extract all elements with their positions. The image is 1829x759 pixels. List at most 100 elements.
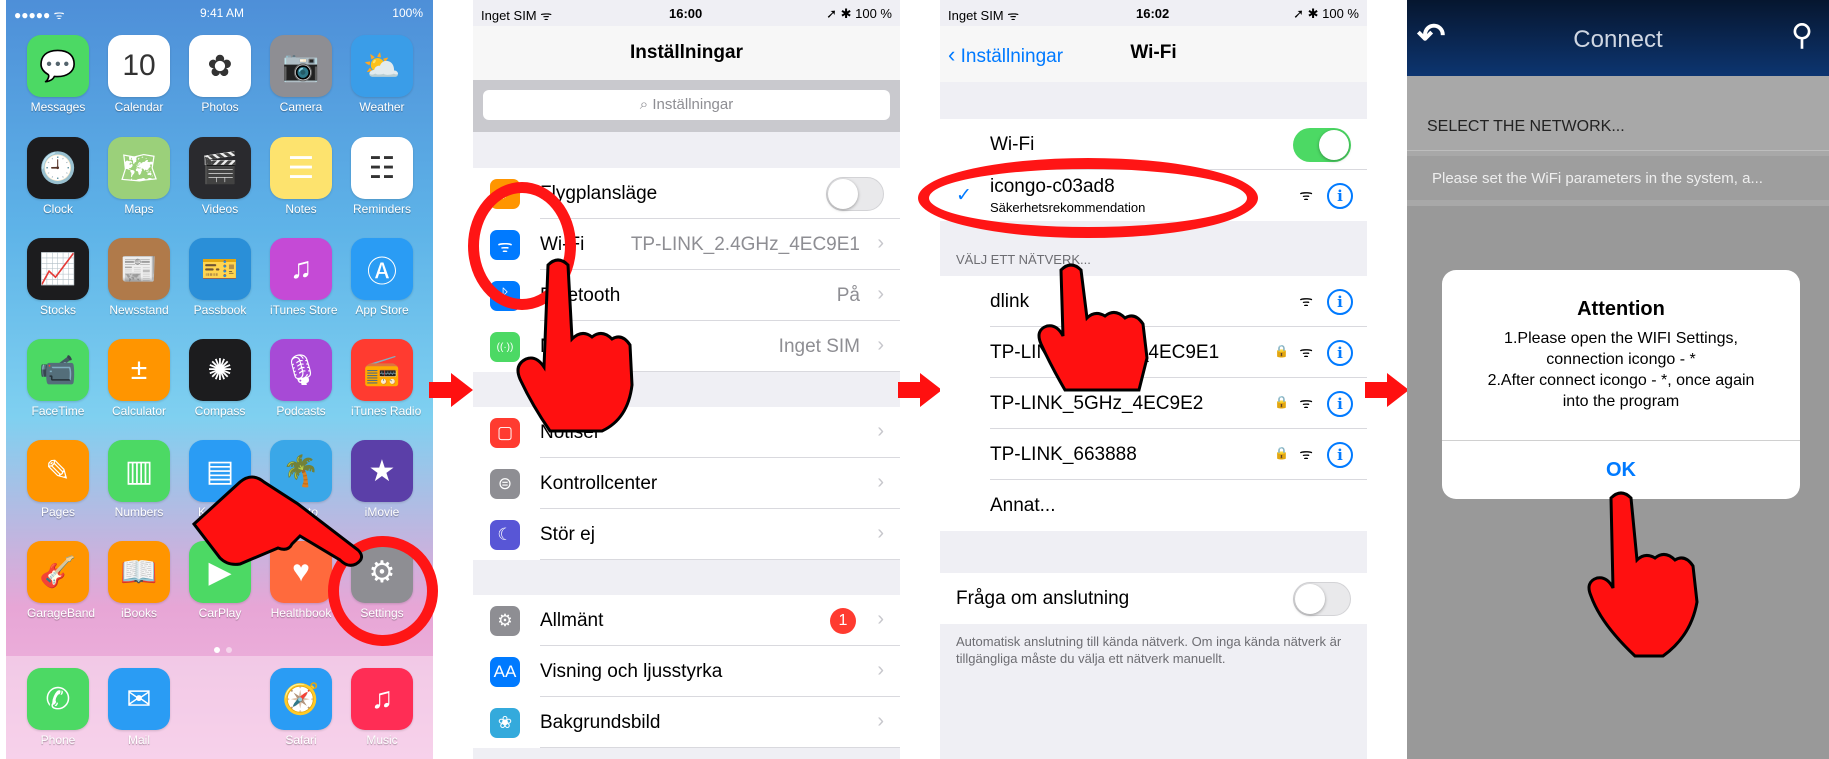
ask-to-join-label: Fråga om anslutning	[956, 588, 1130, 609]
app-label: Messages	[30, 100, 86, 114]
app-store-icon: Ⓐ	[351, 238, 413, 300]
wifi-signal-icon: ᯤ	[1299, 344, 1313, 361]
dock-app-music[interactable]: ♫ Music	[351, 668, 413, 747]
app-label: Notes	[285, 202, 317, 216]
settings-row-do-not-disturb[interactable]: ☾ Stör ej ›	[473, 509, 900, 560]
other-network-label: Annat...	[990, 495, 1056, 516]
ask-to-join-toggle[interactable]	[1293, 582, 1351, 616]
settings-row-general[interactable]: ⚙ Allmänt 1 ›	[473, 595, 900, 646]
app-notes[interactable]: ☰ Notes	[270, 137, 332, 216]
pointing-hand-icon	[191, 475, 363, 567]
videos-icon: 🎬	[189, 137, 251, 199]
time: 9:41 AM	[200, 6, 245, 20]
info-icon[interactable]: i	[1327, 289, 1353, 315]
newsstand-icon: 📰	[108, 238, 170, 300]
app-pages[interactable]: ✎ Pages	[27, 440, 89, 519]
music-icon: ♫	[351, 668, 413, 730]
network-name: dlink	[990, 291, 1030, 312]
app-label: Passbook	[193, 303, 247, 317]
app-label: Photos	[201, 100, 239, 114]
wifi-signal-icon: ᯤ	[1299, 446, 1313, 463]
app-label: GarageBand	[27, 606, 96, 620]
app-numbers[interactable]: ▥ Numbers	[108, 440, 170, 519]
app-weather[interactable]: ⛅ Weather	[351, 35, 413, 114]
general-icon: ⚙	[490, 606, 520, 636]
wifi-signal-icon: ᯤ	[1299, 187, 1313, 204]
footer-note: Automatisk anslutning till kända nätverk…	[956, 634, 1342, 666]
chevron-right-icon: ›	[877, 710, 884, 732]
app-label: iTunes Radio	[351, 404, 422, 418]
app-itunes-radio[interactable]: 📻 iTunes Radio	[351, 339, 422, 418]
search-input[interactable]: ⌕ Inställningar	[483, 90, 890, 120]
info-icon[interactable]: i	[1327, 340, 1353, 366]
row-label: Visning och ljusstyrka	[540, 661, 723, 682]
app-header: ↶ Connect ⚲	[1407, 0, 1829, 76]
app-itunes-store[interactable]: ♫ iTunes Store	[270, 238, 338, 317]
phone-icon: ✆	[27, 668, 89, 730]
app-videos[interactable]: 🎬 Videos	[189, 137, 251, 216]
app-maps[interactable]: 🗺 Maps	[108, 137, 170, 216]
info-icon[interactable]: i	[1327, 442, 1353, 468]
app-label: Compass	[194, 404, 246, 418]
display-icon: AA	[490, 657, 520, 687]
network-row[interactable]: TP-LINK_663888 🔒 ᯤ i	[940, 429, 1367, 480]
chevron-right-icon: ›	[877, 283, 884, 305]
settings-row-wallpaper[interactable]: ❀ Bakgrundsbild ›	[473, 697, 900, 748]
app-calendar[interactable]: 10 Calendar	[108, 35, 170, 114]
dialog-line: 1.Please open the WIFI Settings,	[1504, 330, 1738, 347]
app-ibooks[interactable]: 📖 iBooks	[108, 541, 170, 620]
lock-icon: 🔒	[1274, 446, 1289, 460]
app-app-store[interactable]: Ⓐ App Store	[351, 238, 413, 317]
network-name: TP-LINK_5GHz_4EC9E2	[990, 393, 1204, 414]
app-clock[interactable]: 🕘 Clock	[27, 137, 89, 216]
settings-row-display[interactable]: AA Visning och ljusstyrka ›	[473, 646, 900, 697]
app-label: Numbers	[114, 505, 164, 519]
app-facetime[interactable]: 📹 FaceTime	[27, 339, 89, 418]
network-section: SELECT THE NETWORK... Please set the WiF…	[1407, 76, 1829, 206]
info-icon[interactable]: i	[1327, 183, 1353, 209]
app-podcasts[interactable]: 🎙 Podcasts	[270, 339, 332, 418]
app-newsstand[interactable]: 📰 Newsstand	[108, 238, 170, 317]
app-messages[interactable]: 💬 Messages	[27, 35, 89, 114]
app-photos[interactable]: ✿ Photos	[189, 35, 251, 114]
pointing-hand-icon	[1037, 263, 1149, 392]
app-label: Weather	[359, 100, 405, 114]
chevron-right-icon: ›	[877, 522, 884, 544]
app-label: Safari	[285, 733, 317, 747]
app-stocks[interactable]: 📈 Stocks	[27, 238, 89, 317]
row-value: På	[836, 285, 860, 306]
info-icon[interactable]: i	[1327, 391, 1353, 417]
wifi-toggle[interactable]	[1293, 128, 1351, 162]
app-label: Videos	[201, 202, 239, 216]
network-name: TP-LINK_663888	[990, 444, 1137, 465]
app-camera[interactable]: 📷 Camera	[270, 35, 332, 114]
chevron-right-icon: ›	[877, 608, 884, 630]
pages-icon: ✎	[27, 440, 89, 502]
app-label: Maps	[124, 202, 154, 216]
airplane-mode-toggle[interactable]	[826, 177, 884, 211]
do-not-disturb-icon: ☾	[490, 520, 520, 550]
stocks-icon: 📈	[27, 238, 89, 300]
search-icon: ⌕	[639, 96, 649, 113]
page-title: Wi-Fi	[1130, 42, 1177, 63]
network-field[interactable]: Please set the WiFi parameters in the sy…	[1407, 156, 1829, 200]
search-icon[interactable]: ⚲	[1791, 18, 1813, 53]
app-label: Newsstand	[109, 303, 169, 317]
app-reminders[interactable]: ☷ Reminders	[351, 137, 413, 216]
dialog-line: connection icongo - *	[1546, 351, 1696, 368]
time: 16:02	[1136, 6, 1170, 21]
app-calculator[interactable]: ± Calculator	[108, 339, 170, 418]
search-placeholder: Inställningar	[652, 96, 734, 113]
app-garageband[interactable]: 🎸 GarageBand	[27, 541, 96, 620]
wallpaper-icon: ❀	[490, 708, 520, 738]
dock-app-phone[interactable]: ✆ Phone	[27, 668, 89, 747]
notes-icon: ☰	[270, 137, 332, 199]
other-network-row[interactable]: Annat...	[940, 480, 1367, 531]
app-compass[interactable]: ✺ Compass	[189, 339, 251, 418]
dock-app-mail[interactable]: ✉ Mail	[108, 668, 170, 747]
dock-app-safari[interactable]: 🧭 Safari	[270, 668, 332, 747]
app-label: Phone	[40, 733, 76, 747]
app-passbook[interactable]: 🎫 Passbook	[189, 238, 251, 317]
status-bar: ●●●●● ᯤ 9:41 AM 100%	[6, 6, 433, 22]
settings-row-control-center[interactable]: ⊜ Kontrollcenter ›	[473, 458, 900, 509]
